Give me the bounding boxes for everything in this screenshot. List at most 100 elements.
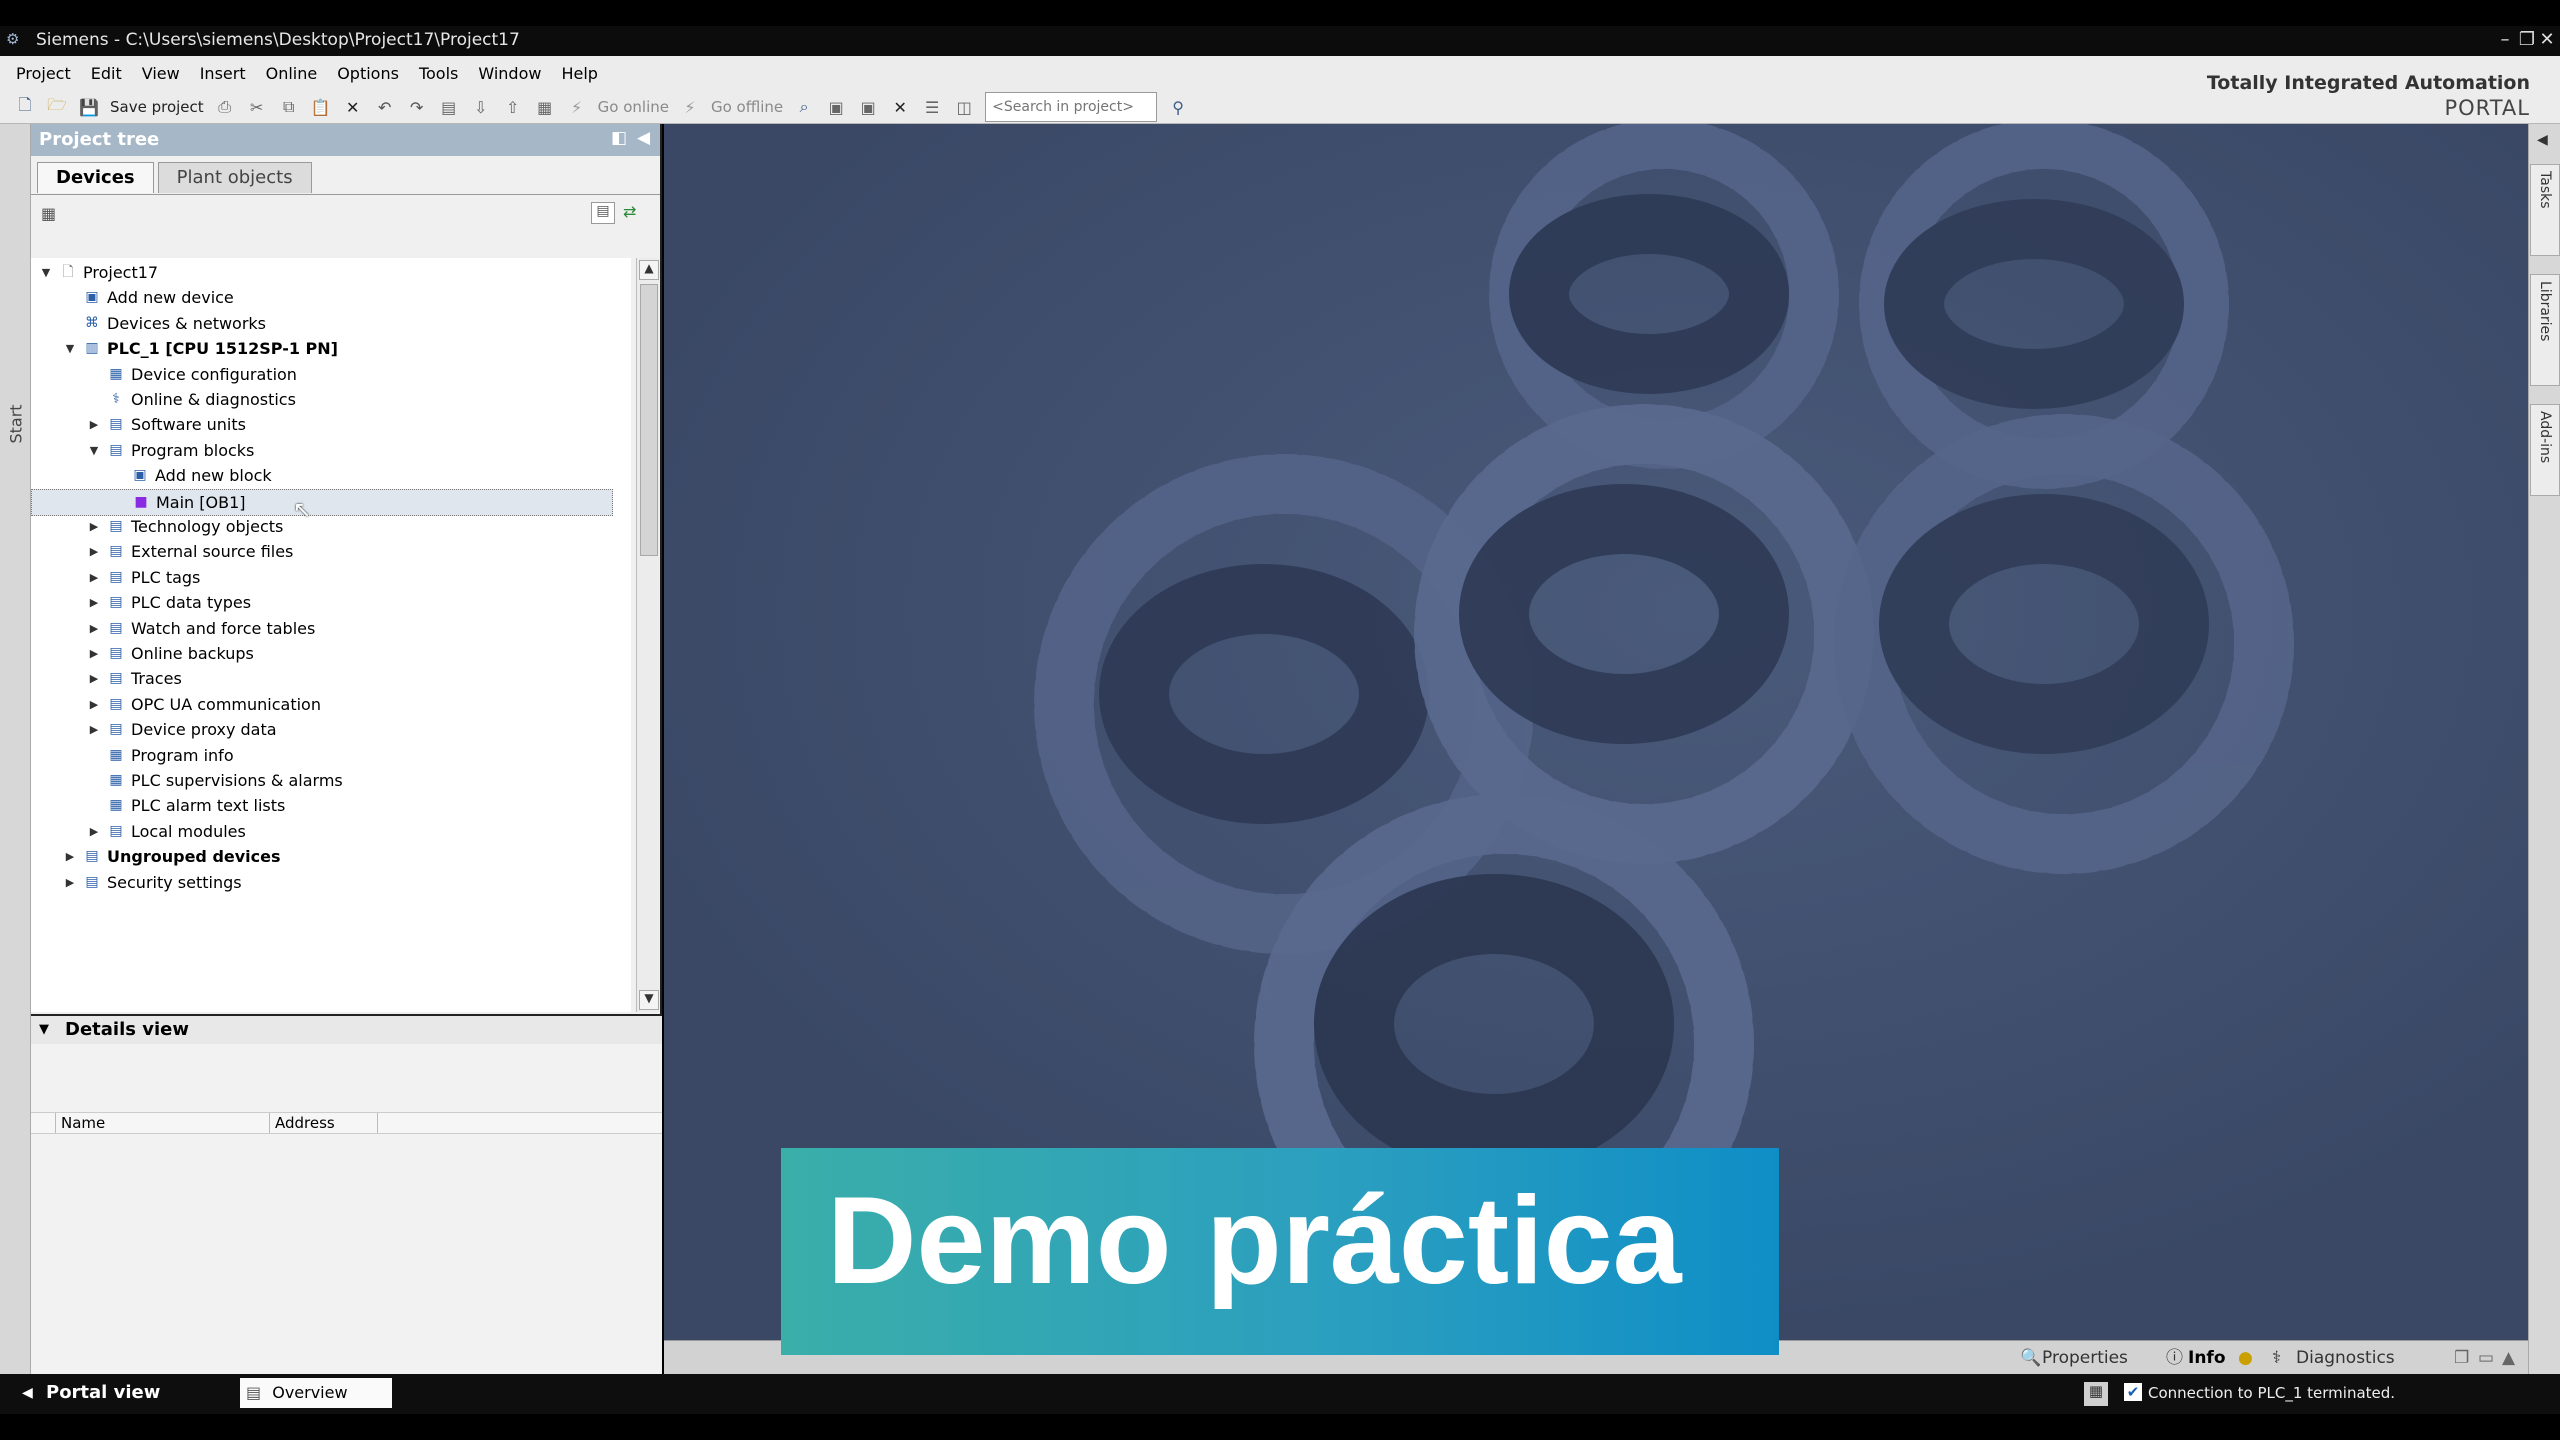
tree-item[interactable]: ▶ ▤ PLC tags (31, 565, 611, 590)
tree-item[interactable]: ▼ ▤ Program blocks (31, 438, 611, 463)
expand-right-icon[interactable]: ▶ (63, 844, 77, 869)
scroll-up-icon[interactable]: ▲ (639, 260, 659, 280)
menu-options[interactable]: Options (329, 64, 411, 86)
add-ins-tab[interactable]: Add-ins (2530, 404, 2560, 496)
collapse-panel-icon[interactable]: ◀ (637, 128, 650, 148)
start-cpu-icon[interactable]: ▣ (825, 96, 847, 118)
paste-icon[interactable]: 📋 (310, 96, 332, 118)
accessible-devices-icon[interactable]: ⌕ (793, 96, 815, 118)
menu-tools[interactable]: Tools (411, 64, 470, 86)
scroll-down-icon[interactable]: ▼ (639, 990, 659, 1010)
new-project-icon[interactable]: 🗋 (14, 95, 36, 118)
open-project-icon[interactable]: 🗁 (46, 95, 68, 118)
minimize-icon[interactable]: – (2494, 28, 2516, 52)
back-arrow-icon[interactable]: ◀ (22, 1385, 33, 1401)
tree-item[interactable]: ▶ ▤ Watch and force tables (31, 616, 611, 641)
tree-item[interactable]: ▶ ▤ Device proxy data (31, 717, 611, 742)
save-project-button[interactable]: Save project (110, 98, 204, 116)
tab-plant-objects[interactable]: Plant objects (157, 162, 312, 193)
expand-right-icon[interactable]: ▶ (87, 641, 101, 666)
tree-item[interactable]: ▶ ▤ Security settings (31, 870, 611, 895)
scroll-thumb[interactable] (640, 284, 658, 556)
float-window-icon[interactable]: ❐ (2454, 1346, 2469, 1370)
search-project-input[interactable] (985, 92, 1158, 122)
simulation-icon[interactable]: ▦ (534, 96, 556, 118)
stop-cpu-icon[interactable]: ▣ (857, 96, 879, 118)
tree-item[interactable]: ▼ 🗋 Project17 (31, 260, 611, 285)
export-icon[interactable]: ⇄ (623, 202, 636, 221)
print-icon[interactable]: ⎙ (214, 96, 236, 118)
pin-icon[interactable]: ◧ (611, 128, 627, 148)
tree-item[interactable]: ▶ ▤ PLC data types (31, 590, 611, 615)
save-icon[interactable]: 💾 (78, 96, 100, 118)
menu-edit[interactable]: Edit (83, 64, 134, 86)
tree-item[interactable]: ▼ ▥ PLC_1 [CPU 1512SP-1 PN] (31, 336, 611, 361)
expand-right-icon[interactable]: ▶ (87, 539, 101, 564)
expand-right-icon[interactable]: ▶ (87, 565, 101, 590)
overview-button[interactable]: ▤ Overview (240, 1378, 392, 1408)
tree-item[interactable]: ▣ Add new block (31, 463, 611, 488)
expand-right-icon[interactable]: ▶ (87, 514, 101, 539)
tab-properties[interactable]: Properties (2042, 1346, 2128, 1370)
split-vertical-icon[interactable]: ◫ (953, 96, 975, 118)
tree-item[interactable]: ▦ Device configuration (31, 362, 611, 387)
column-name[interactable]: Name (61, 1114, 105, 1132)
maximize-panel-icon[interactable]: ▭ (2478, 1346, 2494, 1370)
download-icon[interactable]: ⇩ (470, 96, 492, 118)
tasks-tab[interactable]: Tasks (2530, 164, 2560, 256)
go-online-button[interactable]: Go online (598, 98, 669, 116)
tree-item[interactable]: ▶ ▤ Software units (31, 412, 611, 437)
column-address[interactable]: Address (275, 1114, 335, 1132)
expand-down-icon[interactable]: ▼ (63, 336, 77, 361)
tree-item[interactable]: ▶ ▤ Online backups (31, 641, 611, 666)
undo-icon[interactable]: ↶ (374, 96, 396, 118)
cross-reference-icon[interactable]: ✕ (889, 96, 911, 118)
tree-item[interactable]: ▶ ▤ OPC UA communication (31, 692, 611, 717)
go-offline-button[interactable]: Go offline (711, 98, 783, 116)
expand-right-icon[interactable]: ▶ (87, 412, 101, 437)
tree-scrollbar[interactable]: ▲ ▼ (636, 258, 659, 1012)
delete-icon[interactable]: ✕ (342, 96, 364, 118)
menu-online[interactable]: Online (258, 64, 330, 86)
compile-icon[interactable]: ▤ (438, 96, 460, 118)
tab-devices[interactable]: Devices (37, 162, 154, 193)
expand-right-icon[interactable]: ▶ (87, 590, 101, 615)
expand-right-icon[interactable]: ▶ (87, 717, 101, 742)
expand-down-icon[interactable]: ▼ (39, 260, 53, 285)
tab-info[interactable]: Info (2188, 1346, 2226, 1370)
upload-icon[interactable]: ⇧ (502, 96, 524, 118)
expand-right-icon[interactable]: ▶ (87, 666, 101, 691)
chevron-down-icon[interactable]: ▼ (39, 1022, 49, 1037)
tree-item[interactable]: ▶ ▤ Ungrouped devices (31, 844, 611, 869)
cut-icon[interactable]: ✂ (246, 96, 268, 118)
menu-view[interactable]: View (134, 64, 192, 86)
tree-item[interactable]: ▶ ▤ Technology objects (31, 514, 611, 539)
expand-panel-icon[interactable]: ▲ (2502, 1346, 2515, 1370)
tree-item[interactable]: ▶ ▤ External source files (31, 539, 611, 564)
split-horizontal-icon[interactable]: ☰ (921, 96, 943, 118)
tree-item[interactable]: ▦ Program info (31, 743, 611, 768)
expand-right-icon[interactable]: ▶ (87, 616, 101, 641)
tree-item[interactable]: ▦ PLC alarm text lists (31, 793, 611, 818)
portal-view-button[interactable]: Portal view (46, 1382, 160, 1403)
tree-item[interactable]: ▶ ▤ Traces (31, 666, 611, 691)
menu-help[interactable]: Help (553, 64, 609, 86)
start-tab[interactable]: Start (7, 404, 26, 443)
tree-item[interactable]: ▦ PLC supervisions & alarms (31, 768, 611, 793)
go-offline-icon[interactable]: ⚡ (679, 96, 701, 118)
table-view-icon[interactable]: ▤ (591, 202, 615, 224)
tree-options-icon[interactable]: ▦ (41, 204, 56, 223)
tree-item[interactable]: ⚕ Online & diagnostics (31, 387, 611, 412)
tree-item[interactable]: ■ Main [OB1] (31, 488, 613, 516)
copy-icon[interactable]: ⧉ (278, 96, 300, 118)
redo-icon[interactable]: ↷ (406, 96, 428, 118)
restore-icon[interactable]: ❐ (2516, 28, 2538, 52)
expand-right-icon[interactable]: ▶ (63, 870, 77, 895)
expand-down-icon[interactable]: ▼ (87, 438, 101, 463)
collapse-right-icon[interactable]: ◀ (2537, 132, 2548, 148)
menu-window[interactable]: Window (470, 64, 553, 86)
tab-diagnostics[interactable]: Diagnostics (2296, 1346, 2395, 1370)
tree-item[interactable]: ⌘ Devices & networks (31, 311, 611, 336)
menu-insert[interactable]: Insert (192, 64, 258, 86)
tree-item[interactable]: ▣ Add new device (31, 285, 611, 310)
